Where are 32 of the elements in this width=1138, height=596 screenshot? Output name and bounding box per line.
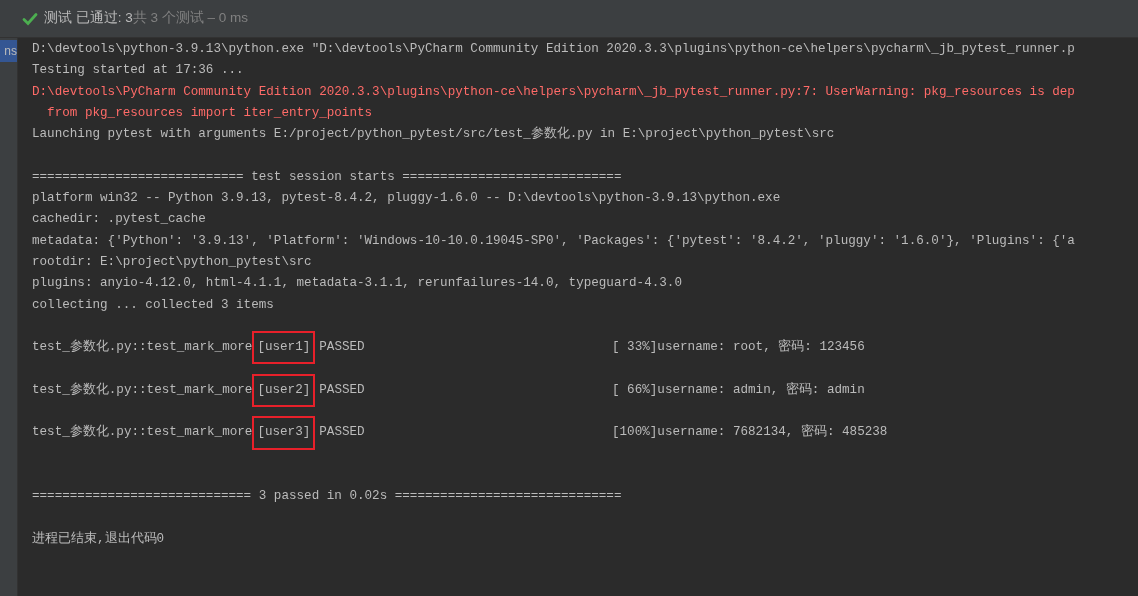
error-line: from pkg_resources import iter_entry_points (46, 104, 373, 122)
test-detail: 共 3 个测试 – 0 ms (132, 9, 249, 28)
percent-text: [ 66%] (612, 381, 658, 399)
output-line: ============================ test session starts ============================= (32, 168, 622, 186)
highlighted-parameter: [user2] (252, 373, 316, 408)
percent-text: [100%] (612, 424, 658, 442)
error-line: D:\devtools\PyCharm Community Edition 2020.3.3\plugins\python-ce\helpers\pycharm\_jb_pytest_runner.py:7: UserWarning: pkg_resources is dep (32, 83, 1075, 101)
test-name: test_参数化.py::test_mark_more (32, 338, 253, 357)
output-line: plugins: anyio-4.12.0, html-4.1.1, metadata-3.1.1, rerunfailures-14.0, typeguard-4.3.0 (32, 275, 682, 293)
output-line: cachedir: .pytest_cache (32, 211, 206, 229)
tool-window-tab[interactable]: ns (0, 40, 17, 62)
test-name: test_参数化.py::test_mark_more (32, 423, 253, 442)
output-line: D:\devtools\python-3.9.13\python.exe "D:\devtools\PyCharm Community Edition 2020.3.3\plugins\python-ce\helpers\pycharm\_jb_pytest_runner.p (32, 41, 1075, 58)
highlighted-parameter: [user3] (252, 416, 316, 450)
test-name: test_参数化.py::test_mark_more (32, 381, 253, 399)
test-result: PASSED (319, 424, 365, 442)
output-line: rootdir: E:\project\python_pytest\src (32, 253, 312, 271)
test-result: PASSED (319, 381, 365, 399)
test-output: username: root, 密码: 123456 (657, 338, 865, 357)
output-line: collecting ... collected 3 items (32, 296, 274, 314)
test-output: username: admin, 密码: admin (657, 381, 865, 399)
test-summary: 测试 已通过: 3 (44, 9, 133, 28)
output-line: platform win32 -- Python 3.9.13, pytest-8.4.2, pluggy-1.6.0 -- D:\devtools\python-3.9.13\python.exe (32, 190, 781, 208)
test-result: PASSED (319, 339, 365, 357)
test-output: username: 7682134, 密码: 485238 (657, 423, 888, 442)
output-line: 进程已结束,退出代码0 (32, 530, 165, 548)
output-line: Testing started at 17:36 ... (32, 62, 244, 80)
highlighted-parameter: [user1] (252, 331, 316, 365)
percent-text: [ 33%] (612, 339, 658, 357)
output-line: Launching pytest with arguments E:/project/python_pytest/src/test_参数化.py in E:\project\python_pytest\src (32, 125, 835, 144)
output-line: metadata: {'Python': '3.9.13', 'Platform': 'Windows-10-10.0.19045-SP0', 'Packages': {'pytest': '8.4.2', 'pluggy': '1.6.0'}, 'Plugins': {'a (32, 232, 1075, 250)
output-line: ============================= 3 passed in 0.02s ============================== (32, 488, 622, 506)
